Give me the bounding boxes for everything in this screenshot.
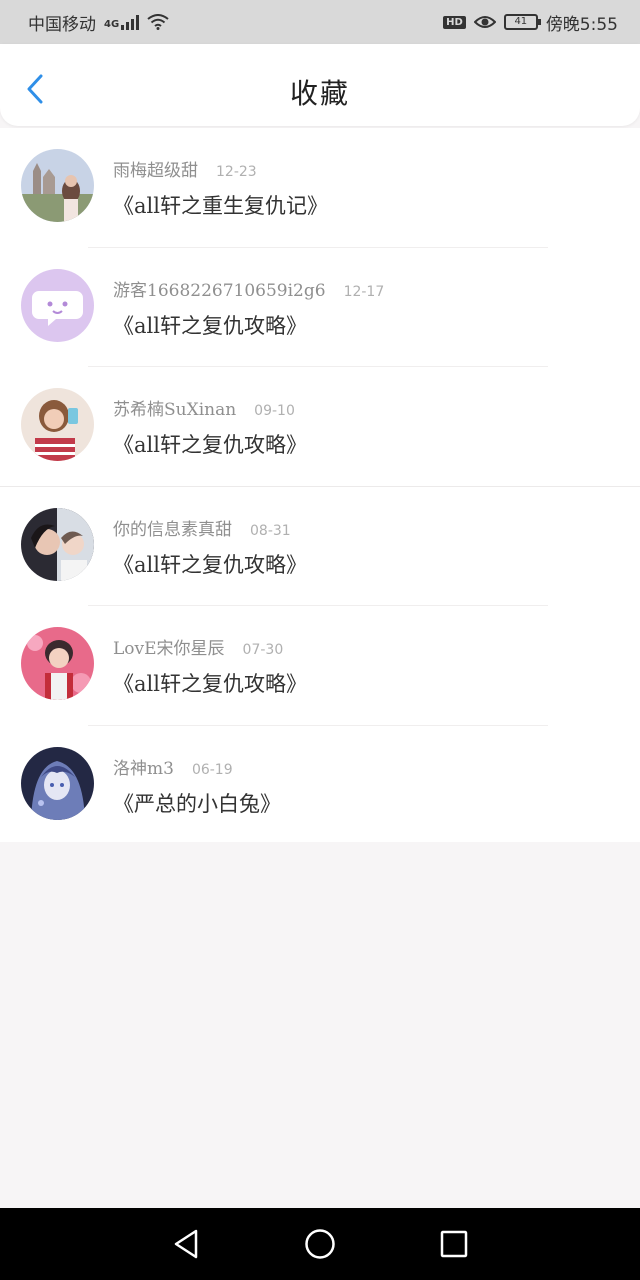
triangle-back-icon xyxy=(174,1229,198,1259)
hd-badge: HD xyxy=(443,15,466,29)
date: 06-19 xyxy=(191,761,233,778)
favorite-item[interactable]: 你的信息素真甜 08-31 《all轩之复仇攻略》 xyxy=(0,487,640,606)
date: 12-23 xyxy=(216,164,257,180)
nav-recents-button[interactable] xyxy=(430,1220,478,1268)
status-left: 中国移动 4G xyxy=(28,10,169,35)
favorite-item[interactable]: 游客1668226710659i2g6 12-17 《all轩之复仇攻略》 xyxy=(0,248,640,367)
avatar[interactable] xyxy=(21,746,94,820)
favorite-item[interactable]: 洛神m3 06-19 《严总的小白兔》 xyxy=(0,726,640,846)
item-meta: 洛神m3 06-19 xyxy=(113,754,233,779)
book-title[interactable]: 《all轩之复仇攻略》 xyxy=(113,668,307,698)
favorites-list: 雨梅超级甜 12-23 《all轩之重生复仇记》 游客1668226710659… xyxy=(0,128,640,842)
wifi-icon xyxy=(147,14,169,30)
circle-home-icon xyxy=(305,1229,335,1259)
system-nav-bar xyxy=(0,1208,640,1280)
book-title[interactable]: 《all轩之复仇攻略》 xyxy=(113,310,307,340)
nav-back-button[interactable] xyxy=(162,1220,210,1268)
page-title: 收藏 xyxy=(289,77,350,110)
battery-level: 41 xyxy=(514,16,528,27)
item-meta: 苏希楠SuXinan 09-10 xyxy=(113,395,295,420)
avatar[interactable] xyxy=(21,268,94,342)
signal-indicator: 4G xyxy=(104,14,140,30)
username[interactable]: 游客1668226710659i2g6 xyxy=(113,276,326,301)
app-header: 收藏 xyxy=(0,44,640,126)
nav-home-button[interactable] xyxy=(296,1220,344,1268)
eye-icon xyxy=(473,16,496,28)
battery-icon: 41 xyxy=(503,14,541,30)
username[interactable]: 你的信息素真甜 xyxy=(113,515,232,540)
book-title[interactable]: 《all轩之复仇攻略》 xyxy=(113,549,307,579)
avatar[interactable] xyxy=(21,388,94,461)
status-right: HD 41 傍晚5:55 xyxy=(443,10,618,35)
username[interactable]: 雨梅超级甜 xyxy=(113,156,198,181)
item-meta: 游客1668226710659i2g6 12-17 xyxy=(113,276,384,301)
signal-icon xyxy=(121,14,140,30)
avatar[interactable] xyxy=(21,507,94,581)
book-title[interactable]: 《all轩之重生复仇记》 xyxy=(113,190,328,220)
favorite-item[interactable]: 雨梅超级甜 12-23 《all轩之重生复仇记》 xyxy=(0,128,640,248)
item-meta: LovE宋你星辰 07-30 xyxy=(113,634,283,659)
avatar[interactable] xyxy=(21,149,94,222)
book-title[interactable]: 《严总的小白兔》 xyxy=(113,788,281,818)
book-title[interactable]: 《all轩之复仇攻略》 xyxy=(113,429,307,459)
item-meta: 你的信息素真甜 08-31 xyxy=(113,515,291,540)
favorite-item[interactable]: LovE宋你星辰 07-30 《all轩之复仇攻略》 xyxy=(0,606,640,726)
square-recents-icon xyxy=(440,1230,468,1258)
avatar[interactable] xyxy=(21,627,94,700)
username[interactable]: LovE宋你星辰 xyxy=(113,634,225,659)
item-meta: 雨梅超级甜 12-23 xyxy=(113,156,257,181)
date: 07-30 xyxy=(242,642,284,658)
date: 09-10 xyxy=(254,403,295,419)
carrier-label: 中国移动 xyxy=(28,14,96,35)
clock: 傍晚5:55 xyxy=(545,14,618,35)
favorite-item[interactable]: 苏希楠SuXinan 09-10 《all轩之复仇攻略》 xyxy=(0,367,640,487)
username[interactable]: 洛神m3 xyxy=(113,754,174,779)
username[interactable]: 苏希楠SuXinan xyxy=(113,395,236,420)
date: 08-31 xyxy=(250,522,291,539)
status-bar: 中国移动 4G HD 41 傍晚5:55 xyxy=(0,0,640,44)
date: 12-17 xyxy=(343,283,385,300)
network-type: 4G xyxy=(104,19,120,30)
